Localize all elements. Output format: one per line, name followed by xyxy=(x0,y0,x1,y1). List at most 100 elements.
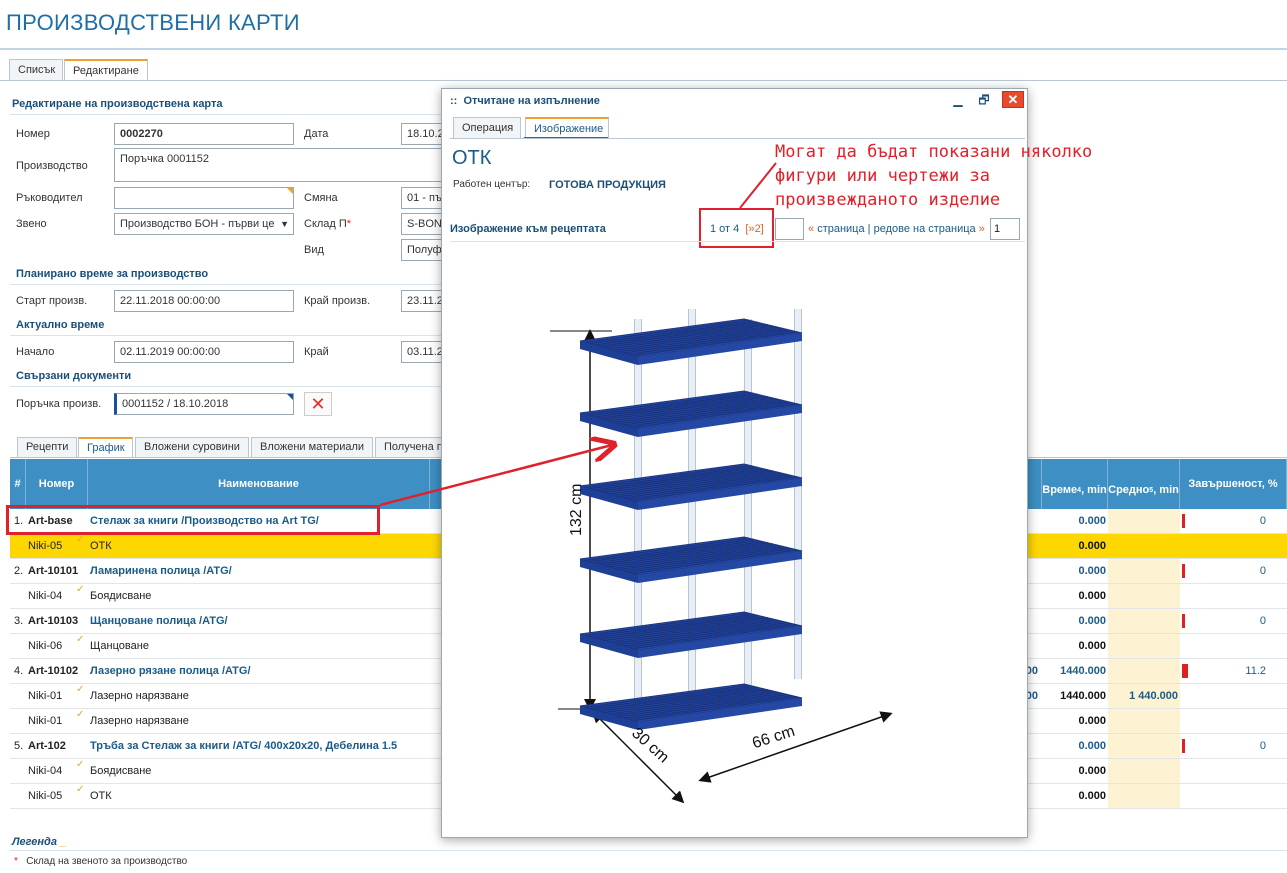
completion-bar xyxy=(1182,514,1185,528)
height-label: 132 cm xyxy=(568,483,585,536)
tab-recipes[interactable]: Рецепти xyxy=(17,437,77,457)
date-field[interactable]: 18.10.2 xyxy=(401,123,442,145)
row-completion: 11.2 xyxy=(1245,665,1266,677)
check-icon: ✓ xyxy=(76,709,85,720)
dialog-tab-image[interactable]: Изображение xyxy=(525,117,609,138)
edit-section-title: Редактиране на производствена карта xyxy=(12,98,223,110)
tab-materials[interactable]: Вложени материали xyxy=(251,437,373,457)
dialog-tab-operation[interactable]: Операция xyxy=(453,117,521,138)
column-header-hash[interactable]: # xyxy=(10,459,26,509)
row-completion: 0 xyxy=(1259,740,1266,752)
completion-bar xyxy=(1182,739,1185,753)
row-name[interactable]: Ламаринена полица /ATG/ xyxy=(90,559,430,584)
warehouse-label: Склад П* xyxy=(304,218,352,230)
order-field[interactable]: 0001152 / 18.10.2018 xyxy=(114,393,294,415)
check-icon: ✓ xyxy=(76,584,85,595)
row-index xyxy=(14,584,28,609)
manager-label: Ръководител xyxy=(16,192,83,204)
row-avg: 1 440.000 xyxy=(1129,690,1178,702)
row-completion xyxy=(1190,534,1266,559)
row-name[interactable]: Щанцоване полица /ATG/ xyxy=(90,609,430,634)
production-label: Производство xyxy=(16,160,88,172)
page-title: ПРОИЗВОДСТВЕНИ КАРТИ xyxy=(6,10,300,35)
number-field[interactable]: 0002270 xyxy=(114,123,294,145)
shift-label: Смяна xyxy=(304,192,338,204)
row-time: 0.000 xyxy=(1078,615,1106,627)
row-index xyxy=(14,684,28,709)
row-code: Art-10101 xyxy=(28,565,79,577)
pager-labels: « страница | редове на страница » xyxy=(808,223,985,235)
row-time: 0.000 xyxy=(1078,790,1106,802)
row-completion: 0 xyxy=(1259,565,1266,577)
row-avg xyxy=(1108,584,1178,609)
tab-schedule[interactable]: График xyxy=(78,437,133,457)
row-name: Боядисване xyxy=(90,590,152,602)
clear-button[interactable]: ✕ xyxy=(304,392,332,416)
row-avg xyxy=(1108,784,1178,809)
rows-per-page-input[interactable]: 1 xyxy=(990,218,1020,240)
row-index: 5. xyxy=(14,740,24,752)
actual-start-field[interactable]: 02.11.2019 00:00:00 xyxy=(114,341,294,363)
legend-title: Легенда _ xyxy=(12,836,67,848)
lookup-corner-icon xyxy=(287,188,293,194)
order-label: Поръчка произв. xyxy=(16,398,102,410)
column-header-avg[interactable]: Средно 5, min xyxy=(1108,459,1180,509)
pager-highlight-box xyxy=(699,208,774,248)
row-completion: 0 xyxy=(1259,615,1266,627)
row-name: Боядисване xyxy=(90,765,152,777)
unit-select[interactable]: Производство БОН - първи це ▼ xyxy=(114,213,294,235)
row-completion xyxy=(1190,709,1266,734)
tab-received[interactable]: Получена п xyxy=(375,437,442,457)
row-index xyxy=(14,709,28,734)
end-field[interactable]: 23.11.2 xyxy=(401,290,442,312)
manager-field[interactable] xyxy=(114,187,294,209)
tab-raw-materials[interactable]: Вложени суровини xyxy=(135,437,249,457)
close-button[interactable]: ✕ xyxy=(1002,91,1024,108)
work-center-label: Работен център: xyxy=(453,179,531,190)
planned-section-title: Планирано време за производство xyxy=(16,268,209,280)
column-header-name[interactable]: Наименование xyxy=(88,459,430,509)
dialog-title[interactable]: :: Отчитане на изпълнение xyxy=(450,95,600,107)
column-header-number[interactable]: Номер xyxy=(26,459,88,509)
linked-section-title: Свързани документи xyxy=(16,370,132,382)
chevron-down-icon: ▼ xyxy=(280,219,289,229)
actual-end-field[interactable]: 03.11.2 xyxy=(401,341,442,363)
warehouse-field[interactable]: S-BON- xyxy=(401,213,442,235)
column-header-time[interactable]: Време 4, min xyxy=(1042,459,1108,509)
row-avg xyxy=(1108,609,1178,634)
start-field[interactable]: 22.11.2018 00:00:00 xyxy=(114,290,294,312)
row-time: 0.000 xyxy=(1078,740,1106,752)
row-name[interactable]: Лазерно рязане полица /ATG/ xyxy=(90,659,430,684)
type-field[interactable]: Полуф xyxy=(401,239,442,261)
completion-bar xyxy=(1182,564,1185,578)
type-label: Вид xyxy=(304,244,324,256)
production-field[interactable]: Поръчка 0001152 xyxy=(114,148,442,182)
actual-section-title: Актуално време xyxy=(16,319,105,331)
row-time: 0.000 xyxy=(1078,515,1106,527)
actual-start-label: Начало xyxy=(16,346,55,358)
unit-label: Звено xyxy=(16,218,47,230)
tab-list[interactable]: Списък xyxy=(9,59,63,80)
unit-value: Производство БОН - първи це xyxy=(120,218,275,230)
dialog-divider xyxy=(450,241,1025,242)
tab-edit[interactable]: Редактиране xyxy=(64,59,148,81)
minimize-icon[interactable]: ▁ xyxy=(948,92,968,108)
image-section-title: Изображение към рецептата xyxy=(450,223,606,235)
legend-divider xyxy=(10,850,1287,851)
check-icon: ✓ xyxy=(76,784,85,795)
column-header-completion[interactable]: Завършеност, % xyxy=(1180,459,1287,509)
width-dimension-line xyxy=(698,711,893,783)
row-name: ОТК xyxy=(90,540,112,552)
row-name: Щанцоване xyxy=(90,640,149,652)
row-code: Art-10102 xyxy=(28,665,79,677)
page-input[interactable] xyxy=(775,218,804,240)
dialog-tab-divider xyxy=(450,138,1025,139)
row-avg xyxy=(1108,509,1178,534)
completion-bar xyxy=(1182,614,1185,628)
shift-field[interactable]: 01 - пъ xyxy=(401,187,442,209)
row-completion xyxy=(1190,759,1266,784)
row-name[interactable]: Тръба за Стелаж за книги /ATG/ 400x20x20… xyxy=(90,734,430,759)
maximize-icon[interactable]: 🗗 xyxy=(974,92,994,108)
row-time: 0.000 xyxy=(1078,715,1106,727)
dialog-heading: ОТК xyxy=(452,147,492,169)
